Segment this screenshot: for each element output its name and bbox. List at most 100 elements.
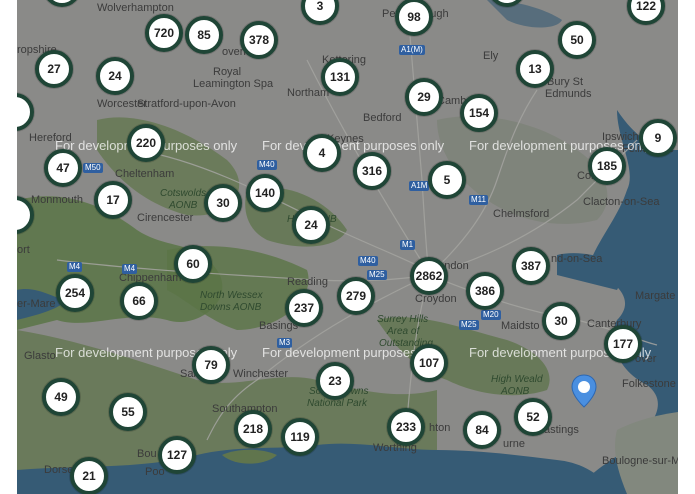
marker-cluster-c119[interactable]: 119 xyxy=(281,418,319,456)
cluster-count: 29 xyxy=(417,90,431,104)
marker-cluster-c233[interactable]: 233 xyxy=(387,408,425,446)
map-canvas[interactable]: WolverhamptonPeterboroughropshireoventry… xyxy=(17,0,678,494)
marker-cluster-c24a[interactable]: 24 xyxy=(96,57,134,95)
cluster-count: 3 xyxy=(316,0,324,13)
road-shield-m4b: M4 xyxy=(122,264,138,274)
marker-cluster-c218[interactable]: 218 xyxy=(234,410,272,448)
marker-cluster-c30b[interactable]: 30 xyxy=(542,302,580,340)
place-label-bournemouth: Bou xyxy=(137,448,157,460)
place-label-aonb2: AONB xyxy=(501,386,530,397)
cluster-count: 27 xyxy=(47,62,61,76)
marker-cluster-c140[interactable]: 140 xyxy=(246,174,284,212)
marker-cluster-c154[interactable]: 154 xyxy=(460,94,498,132)
marker-cluster-c387[interactable]: 387 xyxy=(512,247,550,285)
dev-watermark: For development purposes? xyxy=(262,345,424,360)
cluster-count: 21 xyxy=(82,469,96,483)
marker-cluster-c84[interactable]: 84 xyxy=(463,411,501,449)
place-label-edmunds: Edmunds xyxy=(545,88,592,100)
marker-cluster-c21[interactable]: 21 xyxy=(70,457,108,494)
marker-cluster-c5[interactable]: 5 xyxy=(428,161,466,199)
place-label-cotswolds: Cotswolds xyxy=(160,188,207,199)
marker-cluster-c24b[interactable]: 24 xyxy=(292,206,330,244)
place-label-aonb1: AONB xyxy=(169,200,198,211)
road-shield-m40b: M40 xyxy=(358,256,378,266)
place-label-ely: Ely xyxy=(483,50,499,62)
marker-cluster-c131[interactable]: 131 xyxy=(321,58,359,96)
place-label-high-weald: High Weald xyxy=(491,374,543,385)
marker-cluster-c30a[interactable]: 30 xyxy=(204,184,242,222)
place-label-dorset: Dorse xyxy=(44,464,74,476)
marker-cluster-c2862[interactable]: 2862 xyxy=(410,257,448,295)
cluster-count: 218 xyxy=(242,422,264,436)
cluster-count: 254 xyxy=(64,286,86,300)
marker-cluster-c85[interactable]: 85 xyxy=(185,16,223,54)
marker-cluster-c49[interactable]: 49 xyxy=(42,378,80,416)
marker-cluster-c316[interactable]: 316 xyxy=(353,152,391,190)
cluster-count: 107 xyxy=(418,356,440,370)
cluster-count: 122 xyxy=(635,0,657,13)
marker-cluster-c60[interactable]: 60 xyxy=(174,245,212,283)
cluster-count: 98 xyxy=(407,10,421,24)
place-label-surrey-hills: Surrey Hills xyxy=(377,314,429,325)
marker-cluster-c79[interactable]: 79 xyxy=(192,346,230,384)
road-shield-a1m2: A1M xyxy=(409,181,430,191)
cluster-count: 30 xyxy=(216,196,230,210)
cluster-count: 30 xyxy=(554,314,568,328)
cluster-count: 127 xyxy=(166,448,188,462)
marker-cluster-c386[interactable]: 386 xyxy=(466,272,504,310)
marker-cluster-c50[interactable]: 50 xyxy=(558,21,596,59)
cluster-count: 2862 xyxy=(415,269,443,283)
marker-cluster-c107[interactable]: 107 xyxy=(410,344,448,382)
cluster-count: 378 xyxy=(248,33,270,47)
cluster-count: 131 xyxy=(329,70,351,84)
cluster-count: 52 xyxy=(526,410,540,424)
cluster-count: 386 xyxy=(474,284,496,298)
marker-cluster-c23[interactable]: 23 xyxy=(316,362,354,400)
marker-cluster-c55[interactable]: 55 xyxy=(109,393,147,431)
right-margin xyxy=(678,0,695,494)
cluster-count: 185 xyxy=(596,159,618,173)
marker-cluster-c29[interactable]: 29 xyxy=(405,78,443,116)
road-shield-m1: M1 xyxy=(400,240,416,250)
marker-cluster-c220[interactable]: 220 xyxy=(127,124,165,162)
road-shield-m25: M25 xyxy=(367,270,387,280)
marker-cluster-c127[interactable]: 127 xyxy=(158,436,196,474)
cluster-count: 24 xyxy=(304,218,318,232)
marker-cluster-c279[interactable]: 279 xyxy=(337,277,375,315)
place-label-wolverhampton: Wolverhampton xyxy=(97,2,174,14)
marker-cluster-c254[interactable]: 254 xyxy=(56,274,94,312)
marker-cluster-c17[interactable]: 17 xyxy=(94,181,132,219)
marker-cluster-c177[interactable]: 177 xyxy=(604,325,642,363)
cluster-count: 17 xyxy=(106,193,120,207)
place-label-poole: Poo xyxy=(145,466,165,478)
cluster-count: 24 xyxy=(108,69,122,83)
marker-cluster-c9[interactable]: 9 xyxy=(639,119,677,157)
cluster-count: 13 xyxy=(528,62,542,76)
cluster-count: 154 xyxy=(468,106,490,120)
place-label-southend: nd-on-Sea xyxy=(551,253,603,265)
cluster-count: 4 xyxy=(318,146,326,160)
marker-cluster-c27[interactable]: 27 xyxy=(35,50,73,88)
marker-cluster-c66[interactable]: 66 xyxy=(120,282,158,320)
place-label-leamington-spa: Leamington Spa xyxy=(193,78,274,90)
marker-cluster-c13[interactable]: 13 xyxy=(516,50,554,88)
place-label-folkestone: Folkestone xyxy=(622,378,676,390)
cluster-count: 119 xyxy=(290,430,310,444)
place-label-cheltenham: Cheltenham xyxy=(115,168,175,180)
marker-cluster-c185[interactable]: 185 xyxy=(588,147,626,185)
cluster-count: 387 xyxy=(520,259,542,273)
marker-cluster-c52[interactable]: 52 xyxy=(514,398,552,436)
location-pin-icon[interactable] xyxy=(571,374,597,413)
marker-cluster-c720[interactable]: 720 xyxy=(145,14,183,52)
place-label-maidstone: Maidsto xyxy=(501,320,540,332)
road-shield-m25b: M25 xyxy=(459,320,479,330)
place-label-winchester: Winchester xyxy=(233,368,289,380)
marker-cluster-c237[interactable]: 237 xyxy=(285,289,323,327)
marker-cluster-c4[interactable]: 4 xyxy=(303,134,341,172)
place-label-eastbourne: urne xyxy=(503,438,526,450)
cluster-count: 84 xyxy=(475,423,489,437)
marker-cluster-c47[interactable]: 47 xyxy=(44,149,82,187)
marker-cluster-c378[interactable]: 378 xyxy=(240,21,278,59)
place-label-brighton: hton xyxy=(429,422,451,434)
dev-watermark: For development purposes only xyxy=(262,138,445,153)
